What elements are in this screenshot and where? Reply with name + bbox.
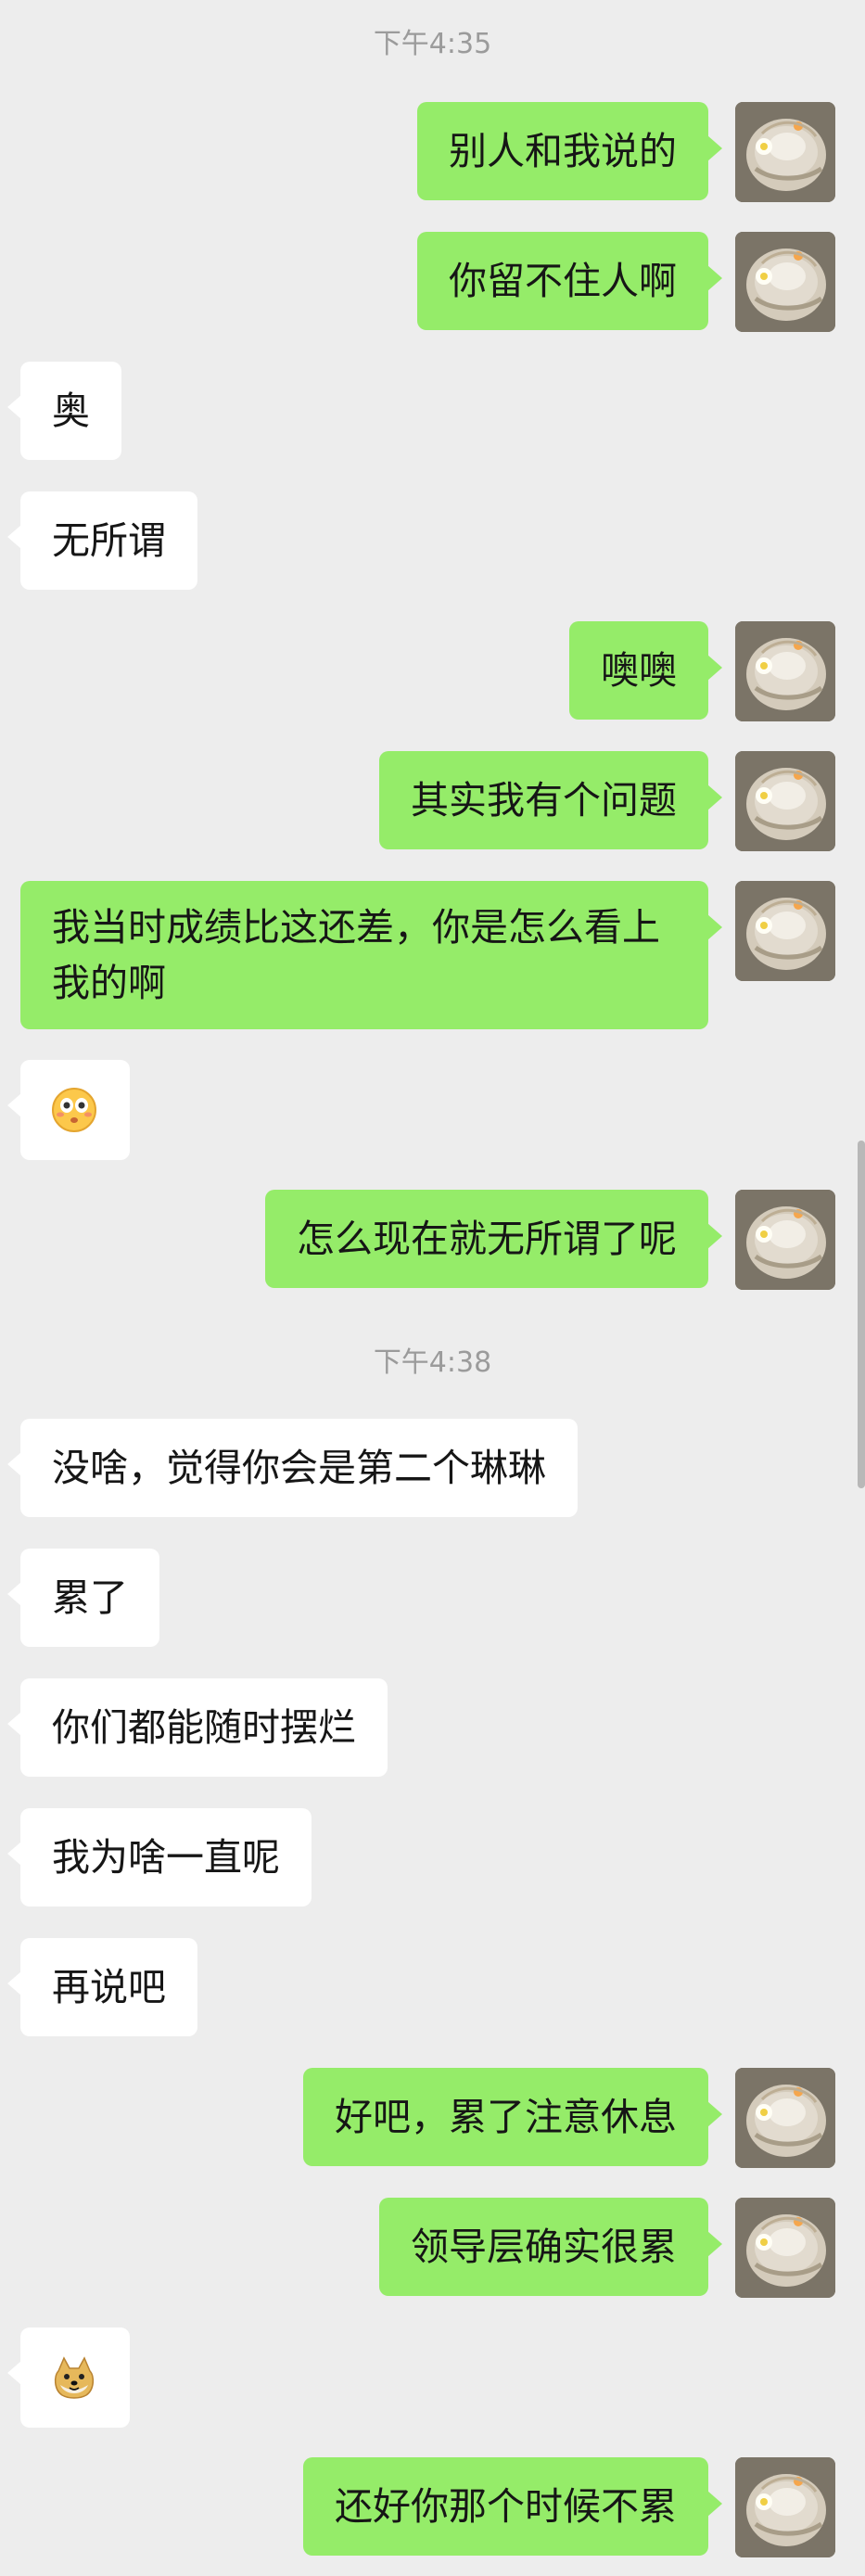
timestamp: 下午4:35 bbox=[373, 28, 492, 60]
message-bubble[interactable]: 怎么现在就无所谓了呢 bbox=[265, 1190, 722, 1288]
succulent-avatar-icon bbox=[735, 751, 835, 851]
message-bubble[interactable]: 再说吧 bbox=[7, 1938, 197, 2036]
message-bubble[interactable]: 还好你那个时候不累 bbox=[303, 2457, 722, 2556]
avatar[interactable] bbox=[735, 102, 835, 202]
message-bubble[interactable]: 你们都能随时摆烂 bbox=[7, 1678, 388, 1777]
message-bubble[interactable]: 其实我有个问题 bbox=[379, 751, 722, 849]
avatar[interactable] bbox=[735, 881, 835, 981]
message-bubble[interactable]: 别人和我说的 bbox=[417, 102, 722, 200]
avatar[interactable] bbox=[735, 232, 835, 332]
succulent-avatar-icon bbox=[735, 1190, 835, 1290]
message-bubble[interactable]: 奥 bbox=[7, 362, 121, 460]
succulent-avatar-icon bbox=[735, 2457, 835, 2557]
message-bubble[interactable]: 你留不住人啊 bbox=[417, 232, 722, 330]
succulent-avatar-icon bbox=[735, 102, 835, 202]
flushed-face-icon bbox=[51, 1087, 97, 1133]
emoji-message-bubble[interactable] bbox=[7, 1060, 130, 1160]
message-bubble[interactable]: 我当时成绩比这还差，你是怎么看上我的啊 bbox=[20, 881, 722, 1029]
message-bubble[interactable]: 累了 bbox=[7, 1549, 159, 1647]
chat-window[interactable]: 下午4:35 别人和我说的 你留不住人啊 奥 无所谓 噢噢 其实我有个问题 我当… bbox=[0, 0, 865, 2576]
avatar[interactable] bbox=[735, 1190, 835, 1290]
message-bubble[interactable]: 领导层确实很累 bbox=[379, 2198, 722, 2296]
message-bubble[interactable]: 没啥，觉得你会是第二个琳琳 bbox=[7, 1419, 578, 1517]
emoji-message-bubble[interactable] bbox=[7, 2327, 130, 2428]
succulent-avatar-icon bbox=[735, 881, 835, 981]
chat-scrollbar[interactable] bbox=[858, 1141, 865, 1488]
message-bubble[interactable]: 我为啥一直呢 bbox=[7, 1808, 312, 1906]
succulent-avatar-icon bbox=[735, 232, 835, 332]
message-bubble[interactable]: 无所谓 bbox=[7, 491, 197, 590]
doge-icon bbox=[51, 2354, 97, 2401]
avatar[interactable] bbox=[735, 621, 835, 721]
avatar[interactable] bbox=[735, 2068, 835, 2168]
succulent-avatar-icon bbox=[735, 2068, 835, 2168]
message-bubble[interactable]: 噢噢 bbox=[569, 621, 722, 720]
succulent-avatar-icon bbox=[735, 621, 835, 721]
avatar[interactable] bbox=[735, 2198, 835, 2298]
avatar[interactable] bbox=[735, 2457, 835, 2557]
message-bubble[interactable]: 好吧，累了注意休息 bbox=[303, 2068, 722, 2166]
succulent-avatar-icon bbox=[735, 2198, 835, 2298]
timestamp: 下午4:38 bbox=[373, 1346, 492, 1379]
avatar[interactable] bbox=[735, 751, 835, 851]
